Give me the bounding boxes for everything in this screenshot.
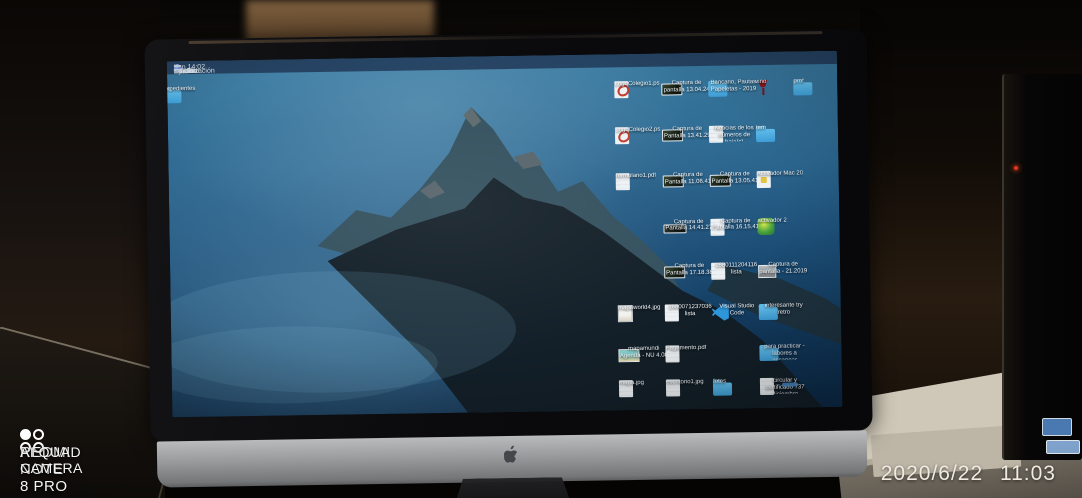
desktop-icon[interactable]: Captura de pantalla - 21.2019 <box>758 261 808 262</box>
icon-label: Captura de pantalla - 21.2019 <box>758 261 808 276</box>
icon-label: tem <box>756 125 766 132</box>
icon-label: Captura de Pantalla 13.41.29 <box>662 126 712 141</box>
photo-of-imac-on-desk: FinderArchivoEdiciónVisualizaciónIrVenta… <box>0 0 1082 498</box>
sticker-label <box>1042 418 1072 436</box>
icon-label: formulario1.pdf <box>616 173 656 181</box>
imac-stand <box>447 477 578 498</box>
icon-label: mapaworld4.jpg <box>618 305 660 313</box>
desktop-icon[interactable]: prof <box>793 77 842 78</box>
side-monitor-off <box>1002 74 1082 460</box>
desktop-icon[interactable]: Visual Studio Code <box>712 303 762 304</box>
desktop-icon[interactable]: para practicar - labores a escanear <box>759 343 809 344</box>
desktop-icon[interactable]: Captura de pantalla 13.04.24 <box>661 79 711 80</box>
desktop-icon[interactable]: tem <box>756 124 806 125</box>
desktop-icon[interactable]: fotos <box>713 378 763 379</box>
icon-label: activador 2 <box>757 217 786 224</box>
desktop-icon[interactable]: Bancario, Pautas Papeletas - 2019 <box>708 79 758 80</box>
desktop-icon[interactable]: LogoColegio2.ps <box>615 126 665 127</box>
desktop-icon[interactable]: interesante try retro <box>759 302 809 303</box>
desktop-icon[interactable]: circular y certificado 737 diciembre <box>760 377 810 378</box>
imac-screen: FinderArchivoEdiciónVisualizaciónIrVenta… <box>167 51 843 417</box>
desktop-icon[interactable]: Captura de Pantalla 13.05.41 <box>710 171 760 172</box>
desktop-icon[interactable]: 1680071237036 lista <box>665 304 715 305</box>
icon-label: Captura de Pantalla 17.18.38 <box>664 263 714 278</box>
icon-label: Bancario, Pautas Papeletas - 2019 <box>708 79 758 94</box>
desktop-icon[interactable]: mapa.jpg <box>619 379 669 380</box>
desktop-icon[interactable]: Captura de Pantalla 11.06.41 <box>663 172 713 173</box>
desktop-icons: LogoColegio1.psCaptura de pantalla 13.04… <box>167 51 843 417</box>
icon-label: Captura de Pantalla 14.41.27 <box>664 218 714 233</box>
icon-label: 1680111204116 lista <box>711 262 761 277</box>
icon-label: Captura de Pantalla 13.05.41 <box>710 171 760 186</box>
desktop-icon[interactable]: Activador Mac 20 <box>757 171 807 172</box>
desktop-icon[interactable]: mapamundi Agenda - NU 4.08 <box>619 345 669 346</box>
desktop-icon[interactable]: Captura de Pantalla 16.15.41 <box>710 218 760 219</box>
photo-timestamp: 2020/6/22 11:03 <box>881 462 1056 486</box>
desktop-icon[interactable]: Captura de Pantalla 13.41.29 <box>662 126 712 127</box>
desktop-icon[interactable]: mapaworld4.jpg <box>618 304 668 305</box>
apple-logo-icon <box>504 445 520 465</box>
desktop-icon[interactable]: Captura de Pantalla 17.18.38 <box>664 263 714 264</box>
icon-label: mapamundi Agenda - NU 4.08 <box>619 345 669 360</box>
desktop-icon[interactable]: Captura de Pantalla 14.41.27 <box>664 218 714 219</box>
icon-label: escritorio1.jpg <box>666 379 703 386</box>
icon-label: Pagamento.pdf <box>666 345 707 353</box>
icon-label: Noticias de los números de baja(s) <box>709 125 759 142</box>
icon-label: fotos <box>713 378 726 385</box>
icon-label: para practicar - labores a escanear <box>759 343 809 360</box>
desktop-icon[interactable]: formulario1.pdf <box>616 173 666 174</box>
desktop-icon[interactable]: 1680111204116 lista <box>711 262 761 263</box>
icon-label: Visual Studio Code <box>712 303 762 318</box>
icon-label: Captura de Pantalla 11.06.41 <box>663 172 713 187</box>
icon-label: Captura de pantalla 13.04.24 <box>661 79 711 94</box>
icon-label: mapa.jpg <box>619 380 644 387</box>
icon-label: LogoColegio1.ps <box>615 80 660 88</box>
icon-label: Activador Mac 20 <box>757 171 803 179</box>
icon-label: LogoColegio2.ps <box>615 127 660 135</box>
sticker-label <box>1046 440 1080 454</box>
power-led <box>1014 166 1018 170</box>
watermark-camera: AI QUAD CAMERA <box>20 444 83 476</box>
desktop-icon[interactable]: LogoColegio1.ps <box>615 80 665 81</box>
desktop-icon[interactable]: activador 2 <box>757 217 807 218</box>
icon-label: 1680071237036 lista <box>665 304 715 319</box>
desktop-icon[interactable]: Pagamento.pdf <box>666 345 716 346</box>
desktop-icon[interactable]: escritorio1.jpg <box>666 378 716 379</box>
icon-label: interesante try retro <box>759 302 809 317</box>
icon-label: vino <box>755 79 766 86</box>
icon-label: Captura de Pantalla 16.15.41 <box>710 218 760 233</box>
imac: FinderArchivoEdiciónVisualizaciónIrVenta… <box>140 20 877 498</box>
desktop-icon[interactable]: Noticias de los números de baja(s) <box>709 125 759 126</box>
icon-label: prof <box>793 78 803 85</box>
dock-hidden-hint[interactable] <box>782 383 798 387</box>
